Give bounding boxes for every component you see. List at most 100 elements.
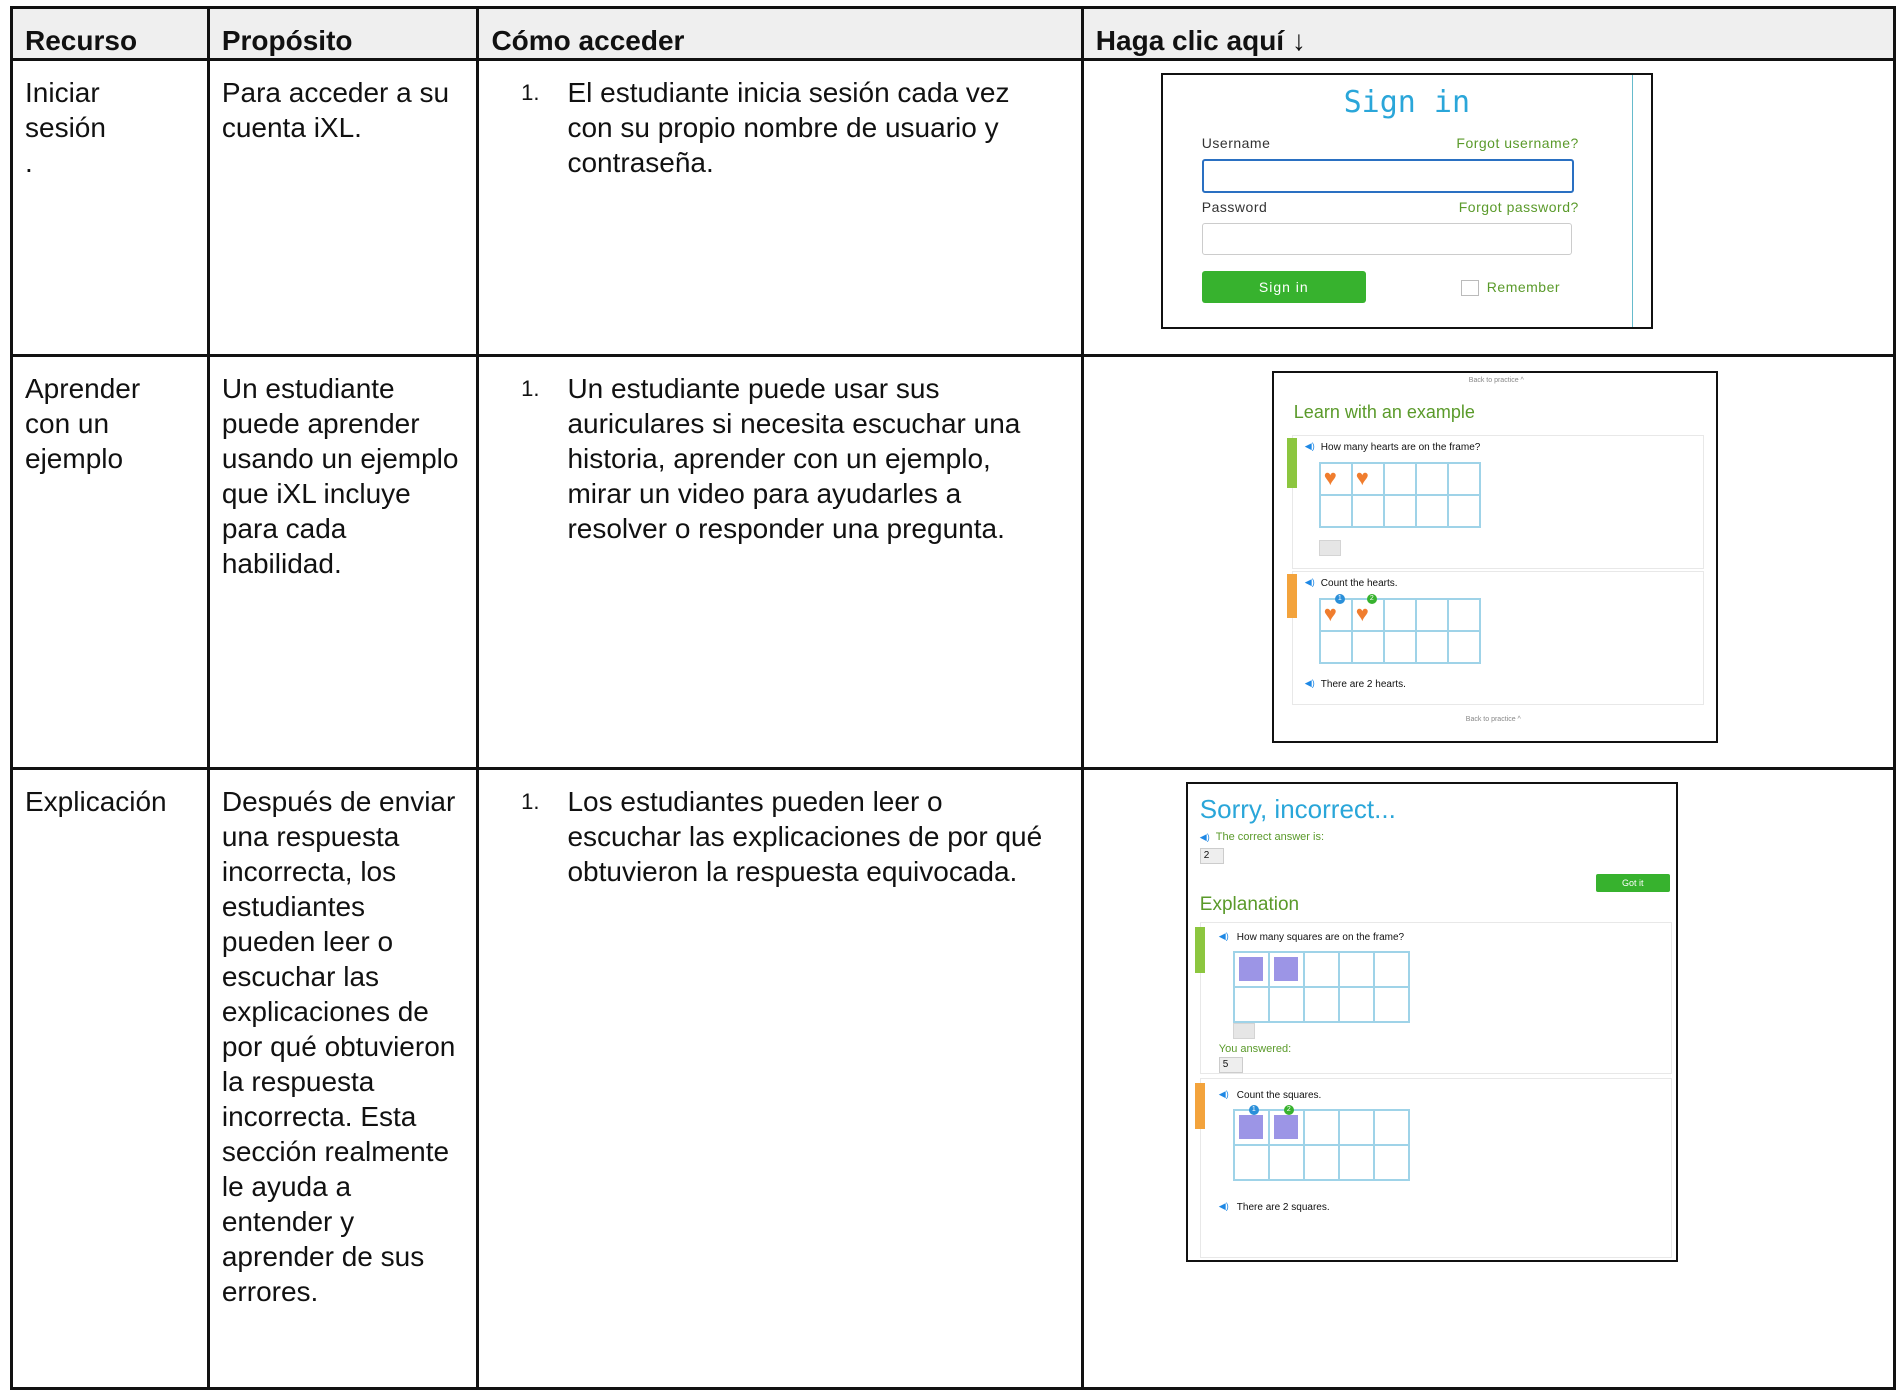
purpose-text: Un estudiante puede aprender usando un e… bbox=[221, 373, 459, 579]
square-icon bbox=[1238, 957, 1263, 981]
question-text: How many squares are on the frame? bbox=[1236, 932, 1405, 943]
signin-button[interactable]: Sign in bbox=[1201, 271, 1366, 303]
review-panel: ◀) How many squares are on the frame? Yo… bbox=[1194, 922, 1672, 1074]
speaker-icon[interactable]: ◀) bbox=[1219, 1089, 1229, 1100]
header-click-here: Haga clic aquí ↓ bbox=[1080, 6, 1896, 61]
speaker-icon[interactable]: ◀) bbox=[1305, 577, 1315, 588]
question-panel: ◀) How many hearts are on the frame? ♥ ♥ bbox=[1286, 435, 1704, 569]
heart-icon: ♥ bbox=[1323, 465, 1337, 490]
list-item: 1. Un estudiante puede usar sus auricular… bbox=[491, 371, 1068, 546]
answer-input bbox=[1232, 1023, 1255, 1039]
count-badge: 2 bbox=[1366, 594, 1377, 604]
signin-title: Sign in bbox=[1343, 85, 1471, 120]
step-number: 1. bbox=[521, 376, 540, 401]
list-item: 1. Los estudiantes pueden leer o escuchar… bbox=[491, 784, 1068, 889]
sorry-heading: Sorry, incorrect... bbox=[1199, 794, 1396, 824]
resource-name: Iniciar sesión . bbox=[25, 77, 106, 178]
instruction-text: Count the squares. bbox=[1236, 1090, 1322, 1101]
solution-ribbon bbox=[1286, 574, 1297, 618]
review-ribbon bbox=[1194, 927, 1205, 973]
forgot-password-link[interactable]: Forgot password? bbox=[1459, 199, 1579, 215]
purpose-cell: Para acceder a su cuenta iXL. bbox=[206, 58, 480, 357]
heart-icon: ♥ bbox=[1323, 601, 1337, 626]
heart-frame: ♥ 1 ♥ 2 bbox=[1318, 594, 1481, 664]
square-icon bbox=[1238, 1115, 1263, 1139]
step-number: 1. bbox=[521, 80, 540, 105]
back-to-practice-link[interactable]: Back to practice ^ bbox=[1469, 377, 1524, 384]
access-cell: 1. Los estudiantes pueden leer o escuchar… bbox=[476, 767, 1084, 1390]
correct-answer-value: 2 bbox=[1199, 848, 1224, 864]
correct-answer-label: The correct answer is: bbox=[1215, 831, 1324, 843]
remember-label[interactable]: Remember bbox=[1487, 279, 1560, 295]
got-it-button[interactable]: Got it bbox=[1595, 874, 1670, 892]
square-icon bbox=[1273, 1115, 1298, 1139]
answer-input[interactable] bbox=[1318, 540, 1341, 556]
speaker-icon[interactable]: ◀) bbox=[1200, 832, 1210, 843]
solve-ribbon bbox=[1194, 1083, 1205, 1129]
answered-value: 5 bbox=[1218, 1057, 1243, 1073]
access-cell: 1. Un estudiante puede usar sus auricular… bbox=[476, 354, 1084, 770]
purpose-text: Después de enviar una respuesta incorrec… bbox=[221, 786, 456, 1307]
resource-name: Aprender con un ejemplo bbox=[25, 373, 141, 474]
speaker-icon[interactable]: ◀) bbox=[1305, 678, 1315, 689]
count-badge: 1 bbox=[1334, 594, 1345, 604]
explanation-screenshot[interactable]: Sorry, incorrect... ◀) The correct answe… bbox=[1185, 782, 1678, 1262]
table-row: Aprender con un ejemplo Un estudiante pu… bbox=[10, 354, 1896, 770]
explanation-heading: Explanation bbox=[1199, 894, 1300, 915]
forgot-username-link[interactable]: Forgot username? bbox=[1456, 135, 1578, 151]
screenshot-cell: Sorry, incorrect... ◀) The correct answe… bbox=[1080, 767, 1896, 1390]
heart-icon: ♥ bbox=[1355, 601, 1369, 626]
instruction-text: Count the hearts. bbox=[1320, 578, 1398, 589]
step-text: Los estudiantes pueden leer o escuchar l… bbox=[567, 786, 1043, 887]
square-frame bbox=[1232, 951, 1410, 1023]
question-ribbon bbox=[1286, 438, 1297, 488]
learn-example-screenshot[interactable]: Back to practice ^ Learn with an example… bbox=[1271, 371, 1718, 743]
step-number: 1. bbox=[521, 789, 540, 814]
signin-screenshot[interactable]: Sign in Username Forgot username? Passwo… bbox=[1160, 73, 1653, 329]
learn-heading: Learn with an example bbox=[1293, 402, 1475, 422]
solve-panel: ◀) Count the squares. 1 2 ◀) There are 2… bbox=[1194, 1078, 1672, 1258]
header-resource: Recurso bbox=[10, 6, 210, 61]
square-icon bbox=[1273, 957, 1298, 981]
resource-name: Explicación bbox=[25, 786, 167, 817]
purpose-cell: Después de enviar una respuesta incorrec… bbox=[206, 767, 480, 1390]
screenshot-cell: Sign in Username Forgot username? Passwo… bbox=[1080, 58, 1896, 357]
question-text: How many hearts are on the frame? bbox=[1320, 442, 1481, 453]
purpose-text: Para acceder a su cuenta iXL. bbox=[221, 77, 450, 143]
password-field[interactable] bbox=[1201, 223, 1572, 255]
answer-text: There are 2 squares. bbox=[1236, 1202, 1330, 1213]
divider bbox=[1631, 75, 1633, 327]
count-badge: 1 bbox=[1248, 1105, 1259, 1115]
speaker-icon[interactable]: ◀) bbox=[1219, 1201, 1229, 1212]
count-badge: 2 bbox=[1283, 1105, 1294, 1115]
square-frame: 1 2 bbox=[1232, 1105, 1410, 1181]
resource-cell: Iniciar sesión . bbox=[10, 58, 210, 357]
checkbox-icon[interactable] bbox=[1460, 280, 1479, 296]
table-row: Iniciar sesión . Para acceder a su cuent… bbox=[10, 58, 1896, 357]
steps-list: 1. El estudiante inicia sesión cada vez c… bbox=[491, 75, 1068, 180]
speaker-icon[interactable]: ◀) bbox=[1305, 441, 1315, 452]
table-row: Explicación Después de enviar una respue… bbox=[10, 767, 1896, 1390]
heart-frame: ♥ ♥ bbox=[1318, 462, 1481, 528]
username-label: Username bbox=[1201, 135, 1271, 151]
step-text: El estudiante inicia sesión cada vez con… bbox=[567, 77, 1010, 178]
speaker-icon[interactable]: ◀) bbox=[1219, 931, 1229, 942]
header-purpose: Propósito bbox=[206, 6, 480, 61]
resource-table: Recurso Propósito Cómo acceder Haga clic… bbox=[10, 6, 1896, 1390]
screenshot-cell: Back to practice ^ Learn with an example… bbox=[1080, 354, 1896, 770]
resource-cell: Aprender con un ejemplo bbox=[10, 354, 210, 770]
purpose-cell: Un estudiante puede aprender usando un e… bbox=[206, 354, 480, 770]
password-label: Password bbox=[1201, 199, 1268, 215]
back-to-practice-link[interactable]: Back to practice ^ bbox=[1466, 716, 1521, 723]
username-field[interactable] bbox=[1201, 159, 1574, 193]
resource-cell: Explicación bbox=[10, 767, 210, 1390]
solution-panel: ◀) Count the hearts. ♥ 1 ♥ 2 ◀) There are … bbox=[1286, 571, 1704, 705]
answer-text: There are 2 hearts. bbox=[1320, 679, 1406, 690]
step-text: Un estudiante puede usar sus auriculares… bbox=[567, 373, 1021, 544]
steps-list: 1. Un estudiante puede usar sus auricular… bbox=[491, 371, 1068, 546]
header-row: Recurso Propósito Cómo acceder Haga clic… bbox=[10, 6, 1896, 61]
you-answered-label: You answered: bbox=[1218, 1043, 1292, 1055]
access-cell: 1. El estudiante inicia sesión cada vez c… bbox=[476, 58, 1084, 357]
list-item: 1. El estudiante inicia sesión cada vez c… bbox=[491, 75, 1068, 180]
heart-icon: ♥ bbox=[1355, 465, 1369, 490]
